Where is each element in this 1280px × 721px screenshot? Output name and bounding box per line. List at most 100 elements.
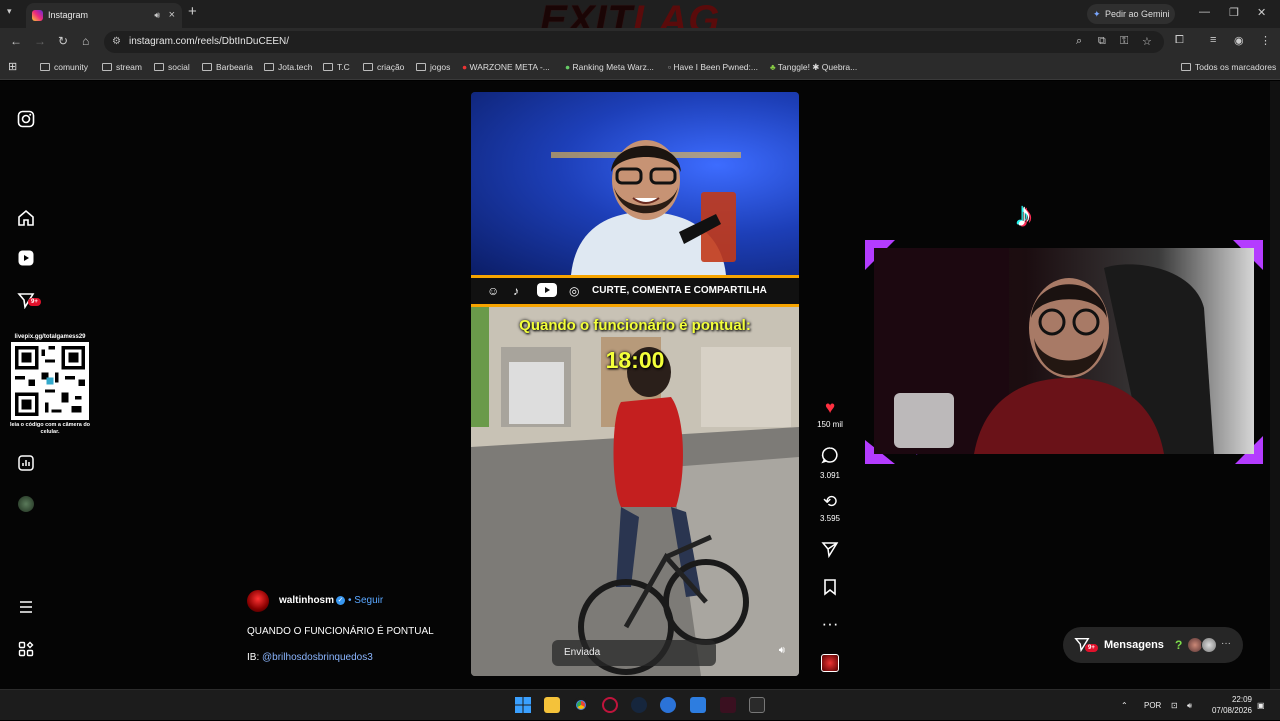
comment-action[interactable]: 3.091 <box>812 446 848 480</box>
comment-icon[interactable] <box>812 446 848 469</box>
zoom-icon[interactable]: ⌕ <box>1076 35 1082 48</box>
video-caption-line1: Quando o funcionário é pontual: <box>519 317 751 334</box>
qr-caption: leia o código com a câmera do celular. <box>9 422 91 435</box>
streamer-webcam-overlay <box>865 240 1263 464</box>
bookmark-link[interactable]: ▫ Have I Been Pwned:... <box>668 56 758 78</box>
bookmark-folder[interactable]: stream <box>102 56 142 78</box>
extensions-icon[interactable]: ⧠ <box>1175 34 1184 47</box>
share-icon[interactable] <box>812 540 848 563</box>
reel-video[interactable]: ☺ ♪ ◎ CURTE, COMENTA E COMPARTILHA Quand… <box>471 92 799 676</box>
profile-nav-avatar[interactable] <box>17 495 35 513</box>
chrome-icon[interactable] <box>573 697 589 713</box>
bookmark-star-icon[interactable]: ☆ <box>1142 35 1152 48</box>
audio-thumbnail[interactable] <box>812 654 848 672</box>
also-from-meta-icon[interactable] <box>17 641 35 659</box>
site-info-icon[interactable]: ⚙ <box>112 36 121 47</box>
author-username[interactable]: waltinhosm <box>279 595 334 606</box>
instagram-favicon-icon <box>32 10 43 21</box>
youtube-icon <box>537 283 557 300</box>
install-app-icon[interactable]: ⧉ <box>1098 35 1106 48</box>
like-action[interactable]: ♥ 150 mil <box>812 398 848 429</box>
tab-title: Instagram <box>48 10 89 20</box>
tab-instagram[interactable]: Instagram 🔊︎ × <box>26 3 182 28</box>
steam-icon[interactable] <box>631 697 647 713</box>
repost-action[interactable]: ⟲ 3.595 <box>812 492 848 523</box>
repost-count: 3.595 <box>819 514 841 523</box>
bookmark-link[interactable]: ● Ranking Meta Warz... <box>565 56 654 78</box>
follow-button[interactable]: • Seguir <box>348 595 383 606</box>
tab-strip: ▾ Instagram 🔊︎ × + EXITLAG Pedir ao Gemi… <box>0 0 1280 42</box>
home-icon[interactable]: ⌂ <box>82 34 89 48</box>
bookmark-link[interactable]: ● WARZONE META -... <box>462 56 550 78</box>
system-clock[interactable]: 22:09 07/08/2026 <box>1206 694 1252 716</box>
home-nav-icon[interactable] <box>17 209 35 227</box>
bookmark-folder[interactable]: social <box>154 56 190 78</box>
like-count: 150 mil <box>817 420 843 429</box>
reading-list-icon[interactable]: ≡ <box>1210 34 1216 46</box>
instagram-logo-icon[interactable] <box>17 110 35 128</box>
bookmark-folder[interactable]: Barbearia <box>202 56 253 78</box>
save-action[interactable] <box>812 578 848 601</box>
messages-label: Mensagens <box>1104 639 1164 651</box>
password-key-icon[interactable]: ⚿ <box>1120 35 1128 48</box>
tiktok-logo-icon: ♪ <box>1015 196 1033 234</box>
app-icon[interactable] <box>690 697 706 713</box>
bookmarks-bar: ⊞ comunity stream social Barbearia Jota.… <box>0 56 1280 80</box>
share-action[interactable] <box>812 540 848 563</box>
dashboard-nav-icon[interactable] <box>17 455 35 473</box>
app-icon[interactable] <box>720 697 736 713</box>
bookmark-folder[interactable]: criação <box>363 56 404 78</box>
reel-description: QUANDO O FUNCIONÁRIO É PONTUAL <box>247 626 434 637</box>
messages-button[interactable]: 9+ Mensagens ? ··· <box>1063 627 1243 663</box>
credit-mention-link[interactable]: @brilhosdosbrinquedos3 <box>262 652 373 663</box>
repost-icon[interactable]: ⟲ <box>812 492 848 512</box>
address-bar[interactable]: ⚙ instagram.com/reels/DbtInDuCEEN/ ⌕ ⧉ ⚿… <box>104 31 1164 53</box>
minimize-icon[interactable]: — <box>1199 6 1210 18</box>
volume-icon[interactable]: 🔊︎ <box>779 645 785 656</box>
app-icon[interactable] <box>660 697 676 713</box>
reel-credit: IB: @brilhosdosbrinquedos3 <box>247 652 373 663</box>
verified-badge-icon: ✓ <box>336 596 345 605</box>
reload-icon[interactable]: ↻ <box>58 34 68 48</box>
windows-start-icon[interactable] <box>515 697 531 713</box>
bookmark-folder[interactable]: comunity <box>40 56 88 78</box>
webcam-feed <box>874 248 1254 454</box>
author-avatar[interactable] <box>247 590 269 612</box>
bookmark-link[interactable]: ♣ Tanggle! ✱ Quebra... <box>770 56 857 78</box>
bookmark-folder[interactable]: T.C <box>323 56 350 78</box>
new-tab-button[interactable]: + <box>188 3 197 20</box>
bookmark-folder[interactable]: Jota.tech <box>264 56 313 78</box>
bookmark-icon[interactable] <box>812 578 848 601</box>
more-menu-icon[interactable] <box>17 599 35 617</box>
app-icon[interactable] <box>602 697 618 713</box>
volume-tray-icon[interactable]: 🔊︎ <box>1187 690 1192 721</box>
restore-icon[interactable]: ❐ <box>1229 6 1239 19</box>
epic-games-icon[interactable] <box>749 697 765 713</box>
menu-kebab-icon[interactable]: ⋮ <box>1260 34 1271 47</box>
group-icon: ☺ <box>487 284 500 298</box>
tray-chevron-icon[interactable]: ⌃ <box>1121 690 1128 721</box>
notifications-icon[interactable]: ▣ <box>1257 690 1265 721</box>
speaker-icon[interactable]: 🔊︎ <box>154 3 160 28</box>
forward-icon[interactable]: → <box>34 34 46 48</box>
apps-grid-icon[interactable]: ⊞ <box>8 56 17 78</box>
cta-text: CURTE, COMENTA E COMPARTILHA <box>592 285 767 296</box>
messages-more[interactable]: ··· <box>1221 627 1231 661</box>
url-text: instagram.com/reels/DbtInDuCEEN/ <box>129 36 290 47</box>
more-options-icon[interactable]: ··· <box>812 614 848 634</box>
close-tab-icon[interactable]: × <box>169 3 175 28</box>
page-scrollbar[interactable] <box>1270 81 1280 689</box>
heart-filled-icon[interactable]: ♥ <box>812 398 848 418</box>
tab-search-icon[interactable]: ▾ <box>7 6 12 17</box>
file-explorer-icon[interactable] <box>544 697 560 713</box>
close-window-icon[interactable]: ✕ <box>1257 6 1266 19</box>
reels-nav-icon[interactable] <box>17 249 35 267</box>
all-bookmarks-folder[interactable]: Todos os marcadores <box>1181 56 1276 78</box>
profile-avatar-icon[interactable]: ◉ <box>1234 34 1244 47</box>
ask-gemini-button[interactable]: Pedir ao Gemini <box>1087 4 1175 24</box>
language-indicator[interactable]: POR <box>1144 690 1161 721</box>
cta-banner: ☺ ♪ ◎ CURTE, COMENTA E COMPARTILHA <box>471 275 799 307</box>
bookmark-folder[interactable]: jogos <box>416 56 450 78</box>
network-icon[interactable]: ⊡ <box>1171 690 1178 721</box>
back-icon[interactable]: ← <box>10 34 22 48</box>
